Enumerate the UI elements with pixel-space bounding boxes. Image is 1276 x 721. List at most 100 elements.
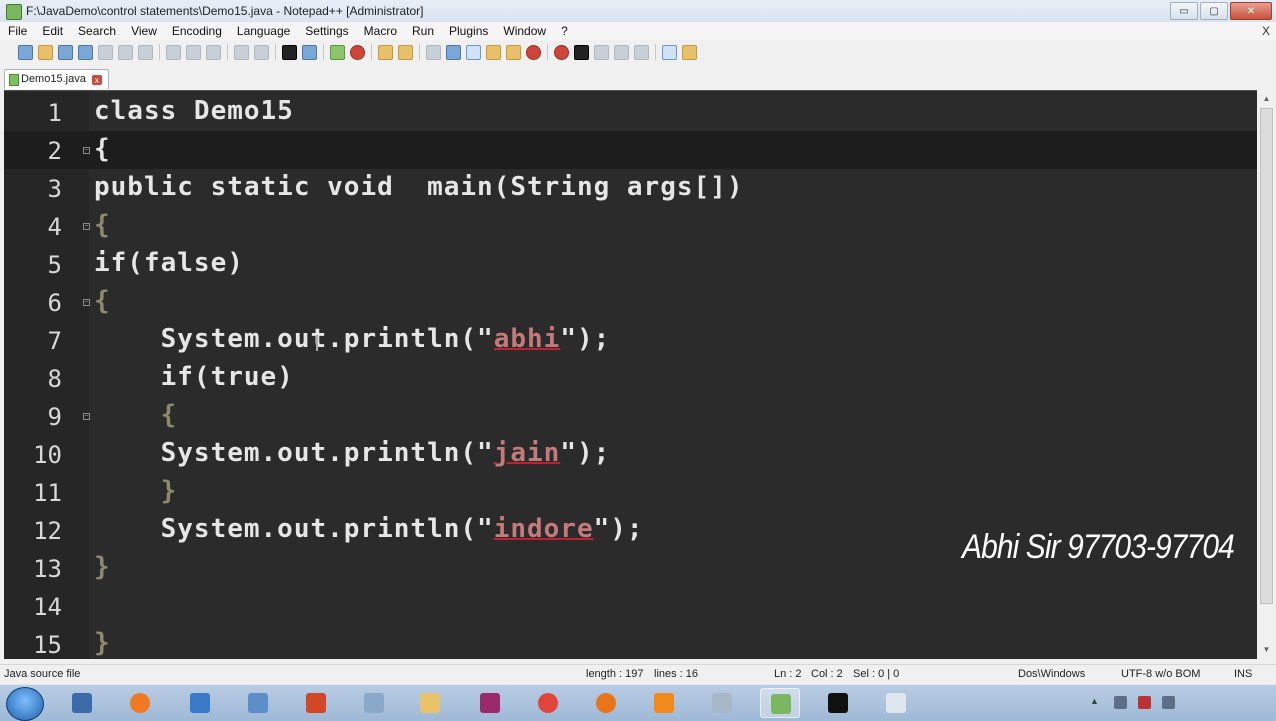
tools-icon[interactable] (702, 688, 742, 718)
menu-language[interactable]: Language (229, 22, 297, 40)
status-length: length : 197 (586, 668, 644, 680)
line-number: 10 (33, 441, 62, 469)
close-file-icon[interactable] (98, 44, 113, 60)
mouse-ibeam-cursor (316, 335, 318, 351)
system-clock[interactable] (1254, 690, 1256, 701)
window-app-icon[interactable] (876, 688, 916, 718)
copy-icon[interactable] (186, 44, 201, 60)
document-tab-bar: Demo15.java x (0, 66, 1276, 90)
run-macro-multiple-icon[interactable] (614, 44, 629, 60)
close-all-icon[interactable] (118, 44, 133, 60)
new-file-icon[interactable] (18, 44, 33, 60)
function-list-icon[interactable] (526, 44, 541, 60)
word-wrap-icon[interactable] (426, 44, 441, 60)
calendar-app-icon[interactable] (62, 688, 102, 718)
status-encoding[interactable]: UTF-8 w/o BOM (1121, 668, 1200, 680)
line-number: 3 (47, 175, 62, 203)
doc-map-icon[interactable] (506, 44, 521, 60)
indent-guide-icon[interactable] (466, 44, 481, 60)
menu-help[interactable]: ? (553, 22, 575, 40)
winrar-icon[interactable] (470, 688, 510, 718)
chrome-icon[interactable] (528, 688, 568, 718)
cut-icon[interactable] (166, 44, 181, 60)
network-icon[interactable] (1138, 696, 1151, 709)
menu-search[interactable]: Search (70, 22, 123, 40)
remote-desktop-icon[interactable] (180, 688, 220, 718)
plugin-icon[interactable] (682, 44, 697, 60)
sync-horizontal-icon[interactable] (398, 44, 413, 60)
windows-taskbar: ▲ (0, 684, 1276, 721)
menu-window[interactable]: Window (495, 22, 553, 40)
playback-icon[interactable] (594, 44, 609, 60)
zoom-in-icon[interactable] (330, 44, 345, 60)
spell-check-icon[interactable] (662, 44, 677, 60)
code-line: 5 if(false) (4, 245, 1257, 283)
notepadpp-app-icon[interactable] (6, 4, 22, 20)
menu-settings[interactable]: Settings (297, 22, 355, 40)
minimize-button[interactable]: ▭ (1170, 2, 1198, 20)
start-orb-icon[interactable] (6, 687, 44, 721)
scrollbar-thumb[interactable] (1260, 108, 1273, 604)
fold-marker-icon[interactable]: − (83, 223, 90, 230)
zoom-out-icon[interactable] (350, 44, 365, 60)
vertical-scrollbar[interactable]: ▲ ▼ (1257, 90, 1276, 658)
close-button[interactable]: ✕ (1230, 2, 1272, 20)
code-text: if(true) (94, 362, 294, 392)
save-icon[interactable] (58, 44, 73, 60)
notepad-plus-plus-taskbar-icon[interactable] (760, 688, 800, 718)
app-window-icon[interactable] (238, 688, 278, 718)
menu-edit[interactable]: Edit (34, 22, 70, 40)
scroll-down-arrow-icon[interactable]: ▼ (1260, 643, 1273, 656)
code-line-current: 2 − { (4, 131, 1257, 169)
code-line: 15 } (4, 625, 1257, 659)
print-icon[interactable] (138, 44, 153, 60)
line-number: 2 (47, 137, 62, 165)
status-eol[interactable]: Dos\Windows (1018, 668, 1085, 680)
stop-recording-icon[interactable] (574, 44, 589, 60)
status-insert-mode[interactable]: INS (1234, 668, 1252, 680)
tab-demo15-java[interactable]: Demo15.java x (4, 69, 109, 89)
file-explorer-icon[interactable] (410, 688, 450, 718)
menu-view[interactable]: View (123, 22, 164, 40)
record-macro-icon[interactable] (554, 44, 569, 60)
replace-icon[interactable] (302, 44, 317, 60)
menu-encoding[interactable]: Encoding (164, 22, 229, 40)
fold-marker-icon[interactable]: − (83, 299, 90, 306)
command-prompt-icon[interactable] (818, 688, 858, 718)
find-icon[interactable] (282, 44, 297, 60)
tray-app-icon[interactable] (1114, 696, 1127, 709)
open-file-icon[interactable] (38, 44, 53, 60)
maximize-button[interactable]: ▢ (1200, 2, 1228, 20)
system-tray: ▲ (1076, 685, 1276, 721)
menu-plugins[interactable]: Plugins (441, 22, 495, 40)
scroll-up-arrow-icon[interactable]: ▲ (1260, 92, 1273, 105)
folders-icon[interactable] (354, 688, 394, 718)
firefox-icon[interactable] (586, 688, 626, 718)
fold-marker-icon[interactable]: − (83, 413, 90, 420)
redo-icon[interactable] (254, 44, 269, 60)
line-number: 9 (47, 403, 62, 431)
paste-icon[interactable] (206, 44, 221, 60)
powerpoint-icon[interactable] (296, 688, 336, 718)
tab-close-icon[interactable]: x (91, 74, 102, 85)
menu-run[interactable]: Run (404, 22, 441, 40)
fold-marker-icon[interactable]: − (83, 147, 90, 154)
volume-icon[interactable] (1162, 696, 1175, 709)
show-hidden-icons-icon[interactable]: ▲ (1090, 696, 1103, 709)
show-all-chars-icon[interactable] (446, 44, 461, 60)
save-all-icon[interactable] (78, 44, 93, 60)
sync-vertical-icon[interactable] (378, 44, 393, 60)
code-editor[interactable]: 1 class Demo15 2 − { 3 public static voi… (4, 90, 1257, 659)
user-language-icon[interactable] (486, 44, 501, 60)
menu-macro[interactable]: Macro (356, 22, 404, 40)
menu-file[interactable]: File (0, 22, 34, 40)
close-document-button[interactable]: X (1262, 22, 1270, 40)
save-macro-icon[interactable] (634, 44, 649, 60)
status-lines: lines : 16 (654, 668, 699, 680)
media-player-icon[interactable] (120, 688, 160, 718)
code-line: 1 class Demo15 (4, 93, 1257, 131)
code-text: { (94, 400, 178, 430)
line-number: 15 (33, 631, 62, 659)
vlc-icon[interactable] (644, 688, 684, 718)
undo-icon[interactable] (234, 44, 249, 60)
